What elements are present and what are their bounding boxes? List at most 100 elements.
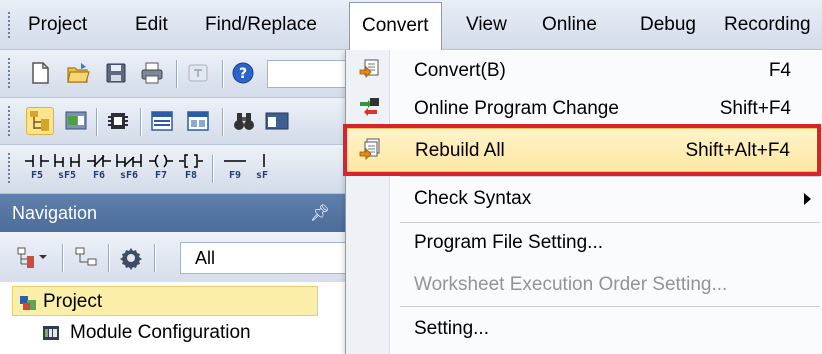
menu-find-replace[interactable]: Find/Replace — [205, 14, 317, 36]
toolbar-separator — [222, 60, 223, 88]
disabled-tool-icon[interactable] — [186, 61, 210, 85]
toolbar-grip[interactable] — [7, 58, 12, 89]
menu-project[interactable]: Project — [28, 14, 87, 36]
parallel-open-contact-icon — [54, 154, 80, 167]
closed-contact-icon — [87, 155, 111, 167]
menu-separator — [400, 222, 820, 223]
key-open-contact[interactable]: F5 — [24, 153, 50, 187]
menu-debug[interactable]: Debug — [640, 14, 696, 36]
online-program-change-icon — [360, 98, 379, 116]
project-tree-icon[interactable] — [26, 107, 54, 135]
coil-icon — [149, 154, 173, 168]
highlight-callout-box — [343, 124, 821, 176]
filter-dropdown[interactable]: All — [180, 242, 348, 274]
toolbar-separator — [176, 60, 177, 88]
menu-item-worksheet-execution-order-setting[interactable]: Worksheet Execution Order Setting... — [346, 266, 822, 304]
collapse-tree-icon[interactable] — [74, 245, 98, 269]
gear-icon[interactable] — [118, 245, 144, 271]
program-toolbar — [0, 98, 350, 145]
toolbar-separator — [96, 108, 97, 136]
menu-item-label: Worksheet Execution Order Setting... — [414, 274, 728, 295]
cpu-module-icon[interactable] — [106, 109, 130, 133]
convert-icon — [359, 59, 379, 78]
ladder-toolbar: F5 sF5 F6 sF6 F7 F8 F9 sF — [0, 145, 350, 194]
menu-item-label: Online Program Change — [414, 98, 619, 119]
save-icon[interactable] — [104, 61, 128, 85]
key-parallel-closed-contact[interactable]: sF6 — [116, 153, 142, 187]
menu-convert[interactable]: Convert — [349, 2, 442, 50]
standard-toolbar: ? — [0, 50, 350, 98]
toolbar-separator — [222, 108, 223, 136]
toolbar-grip[interactable] — [7, 106, 12, 136]
key-label: sF5 — [57, 170, 77, 181]
project-folder-icon — [20, 296, 36, 310]
key-parallel-open-contact[interactable]: sF5 — [54, 153, 80, 187]
menu-item-program-file-setting[interactable]: Program File Setting... — [346, 224, 822, 262]
vertical-line-icon — [263, 154, 265, 167]
menu-item-shortcut: F4 — [768, 60, 791, 81]
print-icon[interactable] — [140, 61, 164, 85]
menu-item-label: Check Syntax — [414, 188, 532, 209]
navigation-header: Navigation 📌︎ — [0, 194, 350, 232]
new-file-icon[interactable] — [28, 61, 52, 85]
submenu-arrow-icon — [804, 193, 811, 205]
toolbar-separator — [140, 108, 141, 136]
open-contact-icon — [25, 155, 49, 167]
key-closed-contact[interactable]: F6 — [86, 153, 112, 187]
module-configuration-icon — [43, 326, 59, 340]
toolbar-separator — [212, 155, 213, 183]
convert-menu: Convert(B) F4 Online Program Change Shif… — [345, 50, 822, 354]
window-view-icon[interactable] — [186, 109, 210, 133]
toolbar-separator — [108, 244, 109, 272]
toolbar-separator — [154, 244, 155, 272]
key-application-instruction[interactable]: F8 — [178, 153, 204, 187]
monitor-window-icon[interactable] — [264, 109, 290, 133]
parallel-closed-contact-icon — [116, 154, 142, 167]
tree-item-label: Project — [43, 291, 103, 312]
pin-icon[interactable]: 📌︎ — [310, 203, 330, 223]
menu-separator — [400, 176, 820, 177]
menu-separator — [400, 306, 820, 307]
module-window-icon[interactable] — [64, 109, 88, 133]
horizontal-line-icon — [224, 160, 246, 162]
key-label: sF6 — [119, 170, 139, 181]
menu-recording[interactable]: Recording — [724, 14, 811, 36]
menu-item-shortcut: Shift+F4 — [719, 98, 791, 119]
menu-edit[interactable]: Edit — [135, 14, 168, 36]
menu-online[interactable]: Online — [542, 14, 597, 36]
navigation-title: Navigation — [12, 203, 98, 223]
key-vertical-line[interactable]: sF — [254, 153, 268, 187]
key-label: F7 — [154, 170, 168, 181]
list-view-icon[interactable] — [150, 109, 174, 133]
menu-item-label: Setting... — [414, 318, 489, 339]
navigation-toolbar: All — [0, 232, 350, 282]
key-label: F5 — [30, 170, 44, 181]
menubar-grip[interactable] — [7, 12, 12, 38]
toolbar-search-box[interactable] — [267, 60, 350, 88]
application-instruction-icon — [179, 154, 203, 168]
tree-item-project[interactable]: Project — [12, 286, 318, 316]
key-coil[interactable]: F7 — [148, 153, 174, 187]
menu-item-convert[interactable]: Convert(B) F4 — [346, 52, 822, 90]
key-label: sF — [256, 170, 268, 181]
binoculars-icon[interactable] — [232, 109, 256, 133]
key-label: F6 — [92, 170, 106, 181]
menu-item-label: Convert(B) — [414, 60, 506, 81]
key-label: F8 — [184, 170, 198, 181]
tree-item-module-configuration[interactable]: Module Configuration — [42, 318, 342, 348]
key-label: F9 — [228, 170, 242, 181]
tree-view-mode-icon[interactable] — [16, 245, 50, 269]
filter-value: All — [195, 248, 216, 268]
svg-text:?: ? — [239, 66, 247, 82]
menu-item-online-program-change[interactable]: Online Program Change Shift+F4 — [346, 90, 822, 128]
menu-item-setting[interactable]: Setting... — [346, 310, 822, 348]
menu-bar: Project Edit Find/Replace Convert View O… — [0, 0, 822, 50]
toolbar-grip[interactable] — [7, 153, 12, 185]
open-folder-icon[interactable] — [66, 61, 90, 85]
key-horizontal-line[interactable]: F9 — [222, 153, 248, 187]
help-icon[interactable]: ? — [231, 61, 255, 85]
menu-view[interactable]: View — [466, 14, 507, 36]
menu-item-check-syntax[interactable]: Check Syntax — [346, 180, 822, 218]
menu-item-label: Program File Setting... — [414, 232, 604, 253]
tree-item-label: Module Configuration — [70, 322, 251, 343]
